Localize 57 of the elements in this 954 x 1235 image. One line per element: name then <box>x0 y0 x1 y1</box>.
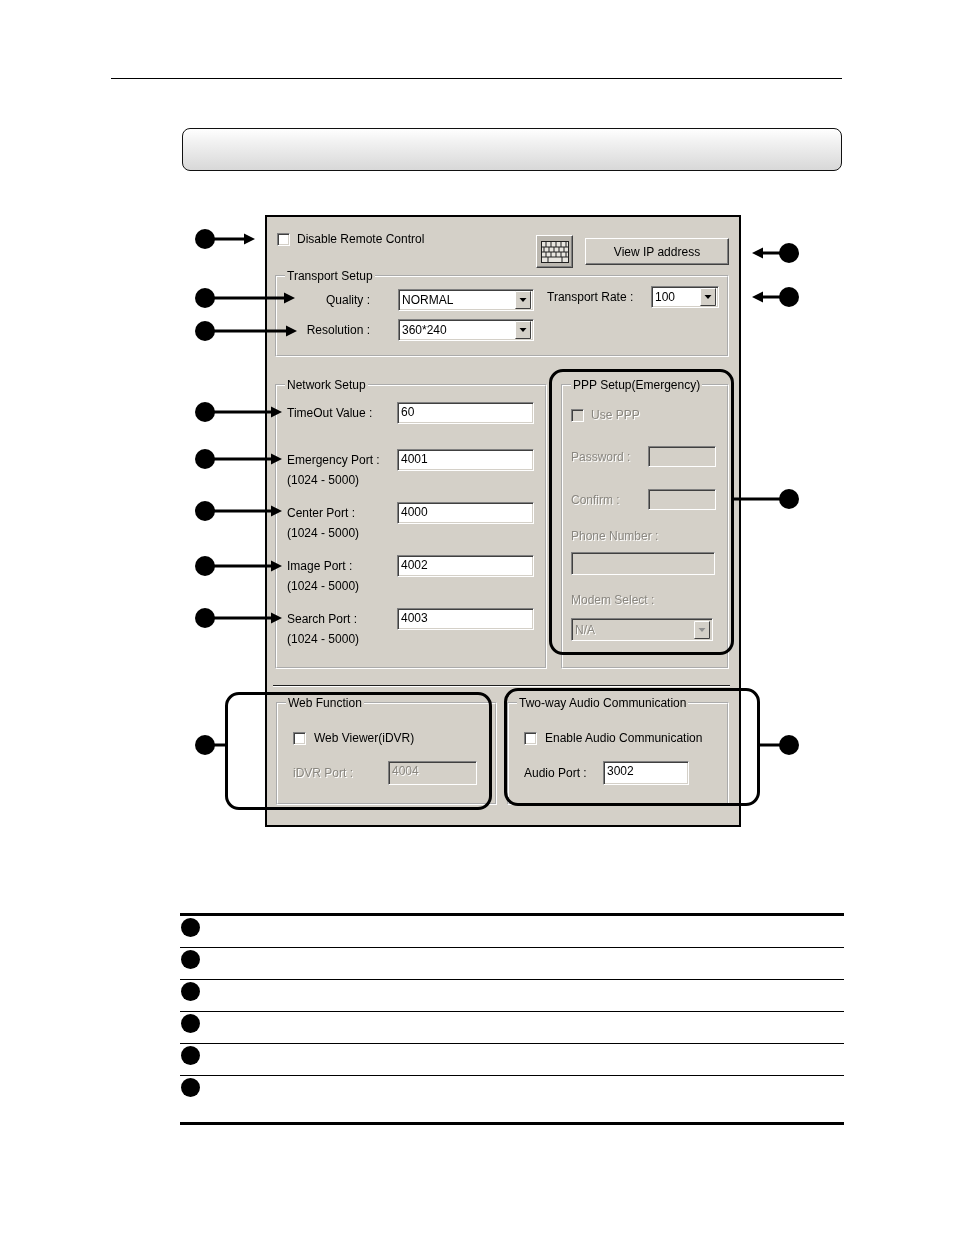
group-title: Network Setup <box>286 378 367 392</box>
bullet-icon <box>181 1078 200 1097</box>
port-field[interactable]: 3002 <box>603 761 689 785</box>
field-label: Resolution : <box>306 323 370 337</box>
callout-leader <box>195 735 225 755</box>
caret-down-icon <box>694 620 710 639</box>
dropdown[interactable]: 360*240 <box>398 319 534 341</box>
group-title: Transport Setup <box>286 269 374 283</box>
input-field[interactable]: 4001 <box>397 449 534 471</box>
bullet-icon <box>181 1046 200 1065</box>
field-label: Quality : <box>326 293 370 307</box>
dropdown[interactable]: 100 <box>651 286 719 308</box>
input-field[interactable]: 4002 <box>397 555 534 577</box>
field-label: Emergency Port : <box>287 453 380 467</box>
caret-down-icon <box>700 288 716 306</box>
keyboard-button[interactable] <box>536 235 573 268</box>
checkbox[interactable] <box>524 731 537 745</box>
field-label: Center Port : <box>287 506 356 520</box>
range-hint: (1024 - 5000) <box>287 578 360 595</box>
view-ip-button[interactable]: View IP address <box>585 238 729 265</box>
group-title: PPP Setup(Emergency) <box>572 378 702 392</box>
input-field[interactable]: 60 <box>397 402 534 424</box>
caret-down-icon <box>515 291 531 309</box>
checkbox[interactable] <box>277 232 290 246</box>
field-label: Password : <box>571 449 631 464</box>
range-hint: (1024 - 5000) <box>287 472 360 489</box>
input-field[interactable]: 4000 <box>397 502 534 524</box>
field-label: iDVR Port : <box>293 766 353 780</box>
group-title: Two-way Audio Communication <box>518 696 688 710</box>
caret-down-icon <box>515 321 531 339</box>
range-hint: (1024 - 5000) <box>287 631 360 648</box>
callout-arrow <box>752 287 799 307</box>
bullet-icon <box>181 918 200 937</box>
keyboard-icon <box>540 240 569 263</box>
field-label: Search Port : <box>287 612 358 626</box>
callout-leader <box>760 735 799 755</box>
field-label: Phone Number : <box>571 529 659 543</box>
field-label: TimeOut Value : <box>287 406 373 420</box>
dropdown[interactable]: NORMAL <box>398 289 534 311</box>
input-field[interactable]: 4003 <box>397 608 534 630</box>
callout-arrow <box>752 243 799 263</box>
field-label: Audio Port : <box>524 766 587 780</box>
range-hint: (1024 - 5000) <box>287 525 360 542</box>
field-label: Modem Select : <box>571 593 655 607</box>
field-label: Transport Rate : <box>547 290 634 304</box>
bullet-icon <box>181 1014 200 1033</box>
field-label: Confirm : <box>571 492 620 507</box>
checkbox-label: Use PPP <box>591 408 640 422</box>
bullet-icon <box>181 982 200 1001</box>
checkbox-label: Web Viewer(iDVR) <box>314 731 415 745</box>
field-label: Image Port : <box>287 559 353 573</box>
group-title: Web Function <box>287 696 363 710</box>
checkbox-label: Disable Remote Control <box>297 232 425 246</box>
callout-arrow <box>195 229 255 249</box>
checkbox-label: Enable Audio Communication <box>545 731 703 745</box>
bullet-icon <box>181 950 200 969</box>
checkbox[interactable] <box>293 731 306 745</box>
